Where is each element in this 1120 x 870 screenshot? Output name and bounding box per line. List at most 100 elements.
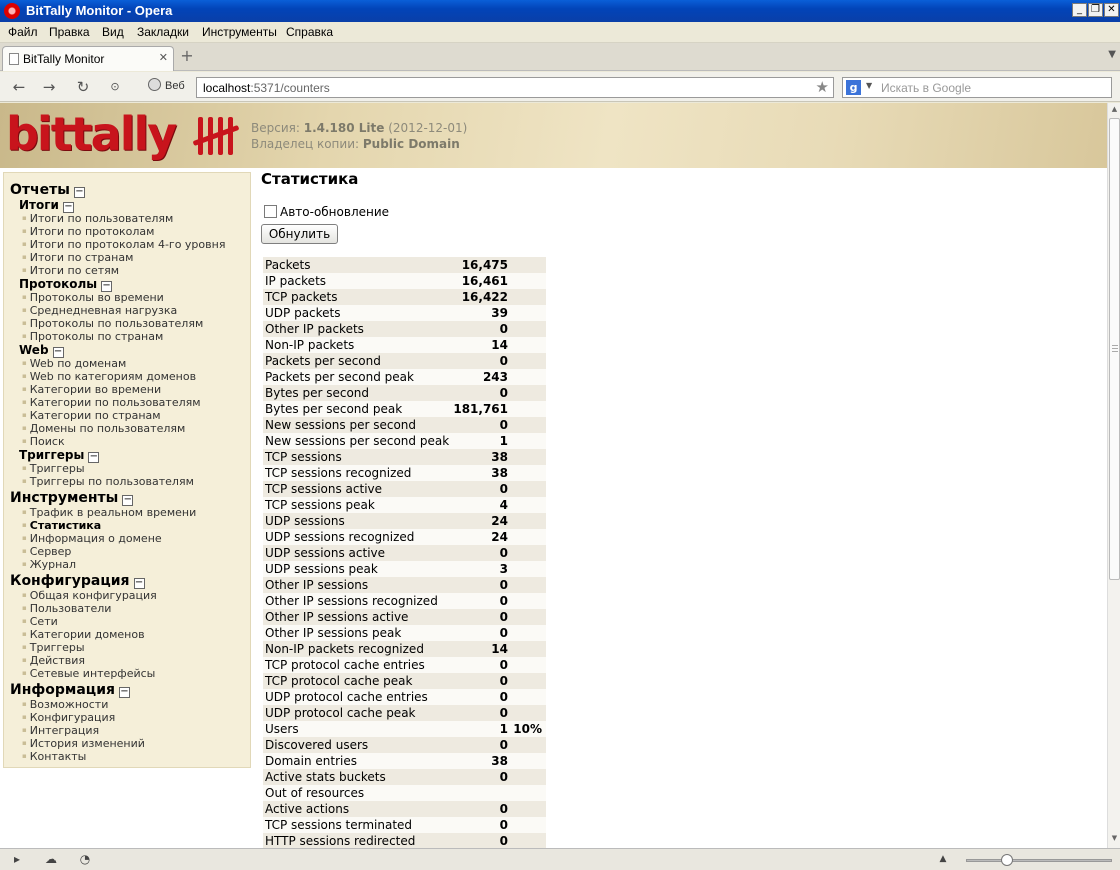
table-row: UDP sessions peak 3 <box>263 561 546 577</box>
table-row: UDP sessions 24 <box>263 513 546 529</box>
zoom-slider-knob[interactable] <box>1001 854 1013 866</box>
sidebar-item-totals-0[interactable]: Итоги по пользователям <box>22 212 174 225</box>
sidebar-item-config-4[interactable]: Триггеры <box>22 641 85 654</box>
forward-icon[interactable]: → <box>40 78 58 96</box>
status-bar: ▸ ☁ ◔ ▲ <box>0 848 1120 870</box>
scroll-thumb[interactable] <box>1109 118 1120 580</box>
menu-view[interactable]: Вид <box>102 25 124 39</box>
sidebar-item-info-0[interactable]: Возможности <box>22 698 109 711</box>
stat-label: IP packets <box>265 274 327 288</box>
collapse-icon[interactable]: − <box>133 578 145 589</box>
sidebar-item-tools-3[interactable]: Сервер <box>22 545 72 558</box>
sidebar-item-tools-4[interactable]: Журнал <box>22 558 76 571</box>
unite-cloud-icon[interactable]: ☁ <box>44 853 58 865</box>
google-icon[interactable]: g <box>846 80 861 95</box>
sidebar-item-protocols-1[interactable]: Среднедневная нагрузка <box>22 304 178 317</box>
menu-bookmarks[interactable]: Закладки <box>137 25 189 39</box>
sidebar-item-config-2[interactable]: Сети <box>22 615 58 628</box>
tab-bittally-monitor[interactable]: BitTally Monitor ✕ <box>2 46 174 71</box>
reset-button[interactable]: Обнулить <box>261 224 338 244</box>
vertical-scrollbar[interactable]: ▲ ▼ <box>1107 103 1120 848</box>
tab-menu-icon[interactable]: ▼ <box>1108 49 1116 60</box>
search-field[interactable]: g ▼ Искать в Google <box>842 77 1112 98</box>
checkbox-icon[interactable] <box>264 205 277 218</box>
panel-toggle-icon[interactable]: ▸ <box>10 853 24 865</box>
stat-value: 14 <box>491 338 508 352</box>
sidebar-item-web-2[interactable]: Категории во времени <box>22 383 161 396</box>
speed-dial-icon[interactable]: ⊙ <box>106 78 124 96</box>
stat-pct: 10% <box>513 722 542 736</box>
collapse-icon[interactable]: − <box>119 687 130 698</box>
collapse-icon[interactable]: − <box>88 452 100 463</box>
sidebar-item-info-1[interactable]: Конфигурация <box>22 711 116 724</box>
stat-value: 0 <box>499 738 508 752</box>
stat-value: 0 <box>499 770 508 784</box>
sidebar-item-totals-4[interactable]: Итоги по сетям <box>22 264 119 277</box>
sidebar-item-web-0[interactable]: Web по доменам <box>22 357 127 370</box>
sidebar-item-info-2[interactable]: Интеграция <box>22 724 99 737</box>
maximize-button[interactable]: ❐ <box>1088 3 1103 17</box>
sidebar-item-totals-1[interactable]: Итоги по протоколам <box>22 225 155 238</box>
sidebar-item-triggers-0[interactable]: Триггеры <box>22 462 85 475</box>
tab-close-icon[interactable]: ✕ <box>159 51 168 64</box>
stat-value: 1 <box>499 434 508 448</box>
sidebar-item-protocols-3[interactable]: Протоколы по странам <box>22 330 164 343</box>
stat-label: Domain entries <box>265 754 357 768</box>
reload-icon[interactable]: ↻ <box>74 78 92 96</box>
sidebar-item-tools-2[interactable]: Информация о домене <box>22 532 162 545</box>
bookmark-star-icon[interactable]: ★ <box>816 78 829 96</box>
sidebar-item-info-3[interactable]: История изменений <box>22 737 145 750</box>
version-info: Версия: 1.4.180 Lite (2012-12-01) <box>251 121 467 135</box>
sidebar-item-totals-3[interactable]: Итоги по странам <box>22 251 134 264</box>
sidebar-item-web-3[interactable]: Категории по пользователям <box>22 396 201 409</box>
sidebar-item-config-6[interactable]: Сетевые интерфейсы <box>22 667 156 680</box>
sidebar-item-config-0[interactable]: Общая конфигурация <box>22 589 157 602</box>
sidebar-item-web-1[interactable]: Web по категориям доменов <box>22 370 196 383</box>
sidebar-item-totals-2[interactable]: Итоги по протоколам 4-го уровня <box>22 238 226 251</box>
stat-label: TCP protocol cache peak <box>265 674 413 688</box>
collapse-icon[interactable]: − <box>73 187 85 198</box>
stat-value: 4 <box>499 498 508 512</box>
sidebar-item-config-5[interactable]: Действия <box>22 654 85 667</box>
owner-label: Владелец копии: <box>251 137 360 151</box>
back-icon[interactable]: ← <box>10 78 28 96</box>
sidebar-item-protocols-0[interactable]: Протоколы во времени <box>22 291 164 304</box>
turbo-gauge-icon[interactable]: ◔ <box>78 853 92 865</box>
sidebar-item-web-6[interactable]: Поиск <box>22 435 65 448</box>
sidebar-item-web-5[interactable]: Домены по пользователям <box>22 422 186 435</box>
sidebar-item-tools-1[interactable]: Статистика <box>22 519 101 532</box>
stat-value: 16,475 <box>461 258 508 272</box>
sidebar-item-web-4[interactable]: Категории по странам <box>22 409 161 422</box>
menu-file[interactable]: Файл <box>8 25 38 39</box>
sidebar-item-info-4[interactable]: Контакты <box>22 750 87 763</box>
zoom-up-icon[interactable]: ▲ <box>936 853 950 865</box>
table-row: UDP protocol cache entries 0 <box>263 689 546 705</box>
url-path: :5371/counters <box>250 81 330 95</box>
sidebar-item-triggers-1[interactable]: Триггеры по пользователям <box>22 475 194 488</box>
sidebar-item-tools-0[interactable]: Трафик в реальном времени <box>22 506 196 519</box>
minimize-button[interactable]: _ <box>1072 3 1087 17</box>
menu-tools[interactable]: Инструменты <box>202 25 277 39</box>
menu-help[interactable]: Справка <box>286 25 333 39</box>
sidebar-item-config-3[interactable]: Категории доменов <box>22 628 145 641</box>
address-field[interactable]: localhost:5371/counters ★ <box>196 77 834 98</box>
scroll-down-icon[interactable]: ▼ <box>1109 834 1120 846</box>
sidebar-group-protocols-label: Протоколы <box>19 277 98 291</box>
owner-value: Public Domain <box>362 137 460 151</box>
sidebar-item-config-1[interactable]: Пользователи <box>22 602 112 615</box>
table-row: TCP sessions 38 <box>263 449 546 465</box>
chevron-down-icon[interactable]: ▼ <box>866 81 872 90</box>
collapse-icon[interactable]: − <box>122 495 134 506</box>
menu-edit[interactable]: Правка <box>49 25 90 39</box>
scroll-up-icon[interactable]: ▲ <box>1109 105 1120 117</box>
auto-refresh-checkbox[interactable]: Авто-обновление <box>264 205 389 219</box>
sidebar-section-tools-label: Инструменты <box>10 490 119 506</box>
table-row: Active stats buckets 0 <box>263 769 546 785</box>
new-tab-button[interactable]: + <box>178 48 196 65</box>
stat-label: Other IP sessions active <box>265 610 409 624</box>
sidebar-item-protocols-2[interactable]: Протоколы по пользователям <box>22 317 204 330</box>
web-button[interactable]: Веб <box>148 78 185 92</box>
zoom-slider[interactable] <box>966 859 1112 862</box>
menu-bar: Файл Правка Вид Закладки Инструменты Спр… <box>0 22 1120 43</box>
close-button[interactable]: ✕ <box>1104 3 1119 17</box>
